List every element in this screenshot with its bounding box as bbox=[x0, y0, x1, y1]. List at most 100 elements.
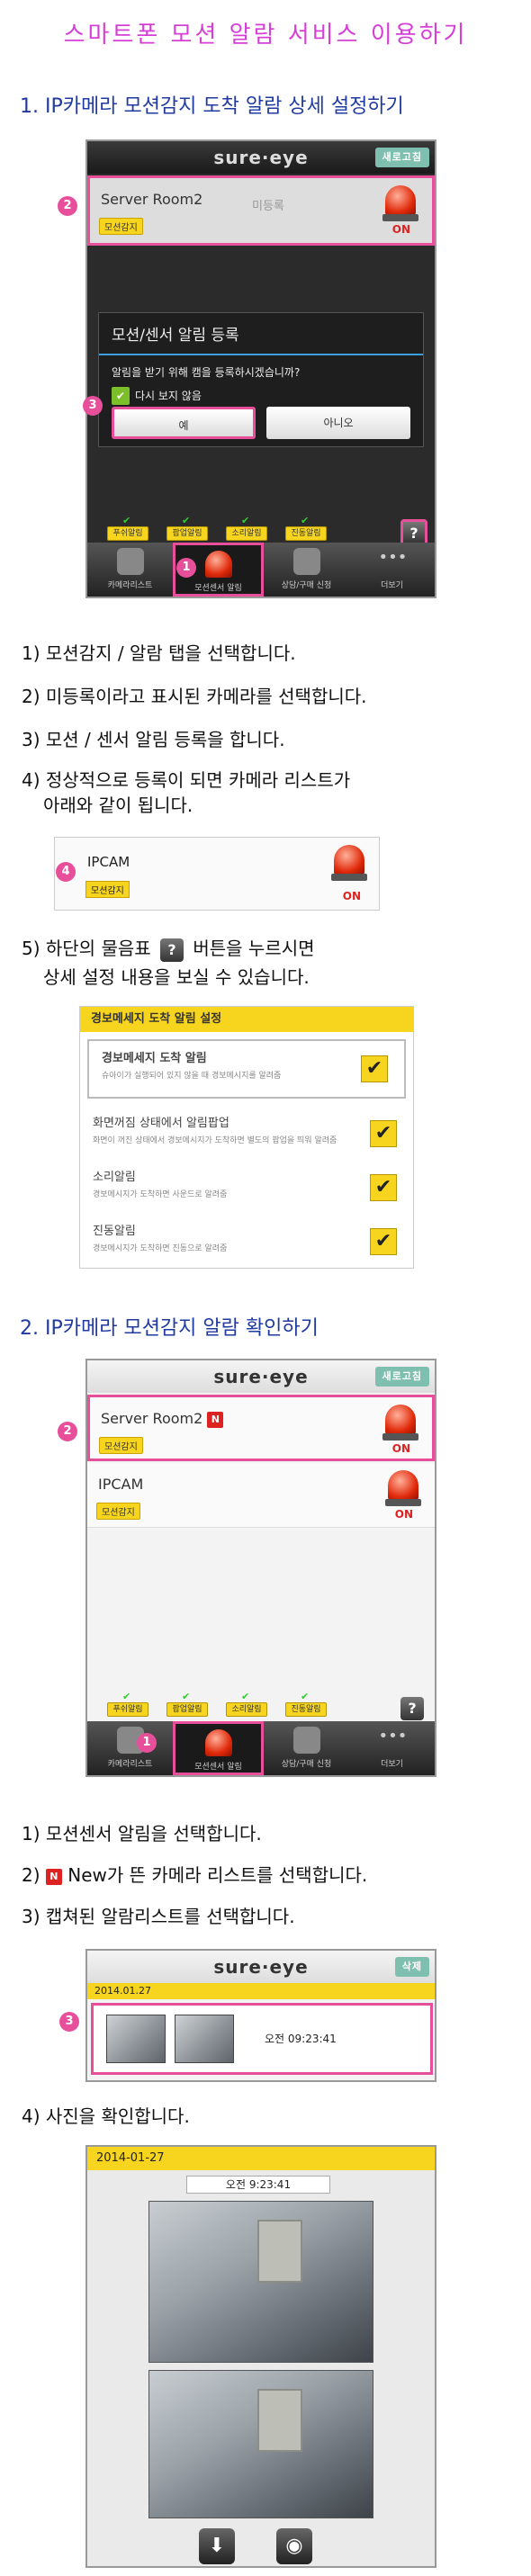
toggle-vibrate[interactable]: 진동알림 bbox=[285, 1691, 327, 1717]
question-icon: ? bbox=[160, 938, 184, 962]
setting-vibrate[interactable]: 진동알림 경보메시지가 도착하면 진동으로 알려줌 ✔ bbox=[80, 1214, 413, 1268]
person-icon bbox=[292, 548, 320, 575]
step-5: 5) 하단의 물음표 ? 버튼을 누르시면 bbox=[22, 936, 315, 962]
toggle-popup[interactable]: 팝업알림 bbox=[166, 515, 208, 541]
setting-screen-off[interactable]: 화면꺼짐 상태에서 알림팝업 화면이 꺼진 상태에서 경보메시지가 도착하면 별… bbox=[80, 1106, 413, 1160]
step-4-cont: 아래와 같이 됩니다. bbox=[43, 794, 194, 816]
siren-icon bbox=[385, 1470, 421, 1510]
alarm-time: 오전 09:23:41 bbox=[265, 2033, 337, 2045]
new-icon: N bbox=[45, 1868, 62, 1885]
section2-heading: 2. IP카메라 모션감지 알람 확인하기 bbox=[20, 1317, 319, 1340]
toggle-vibrate[interactable]: 진동알림 bbox=[285, 515, 327, 541]
motion-tag: 모션감지 bbox=[99, 218, 143, 235]
motion-tag: 모션감지 bbox=[96, 1503, 140, 1520]
alarm-list-item[interactable]: 오전 09:23:41 bbox=[91, 2003, 433, 2075]
step-4: 4) 사진을 확인합니다. bbox=[22, 2105, 190, 2127]
badge-3: 3 bbox=[83, 396, 103, 416]
photo-detail bbox=[257, 2220, 302, 2283]
alarm-toggles: 푸쉬알림 팝업알림 소리알림 진동알림 bbox=[107, 515, 327, 541]
settings-header: 경보메세지 도착 알림 설정 bbox=[80, 1007, 413, 1032]
photo-view-screen: 2014-01-27 오전 9:23:41 ⬇ ◉ bbox=[86, 2145, 436, 2568]
checkbox-label: 다시 보지 않음 bbox=[135, 390, 202, 402]
camera-icon[interactable]: ◉ bbox=[276, 2528, 312, 2564]
camera-row[interactable]: IPCAM 모션감지 ON bbox=[87, 1463, 435, 1528]
app-logo: sure·eye bbox=[213, 1956, 309, 1978]
camera-name: IPCAM bbox=[98, 1476, 144, 1493]
bottom-tabbar: 카메라리스트 모션센서 알림 상담/구매 신청 ••• 더보기 bbox=[87, 543, 435, 597]
step-3: 3) 모션 / 센서 알림 등록을 합니다. bbox=[22, 729, 285, 750]
camera-row-unregistered[interactable]: Server Room2 미등록 모션감지 ON bbox=[87, 175, 435, 246]
tab-consult[interactable]: 상담/구매 신청 bbox=[264, 543, 349, 597]
dialog-message: 알림을 받기 위해 캠을 등록하시겠습니까? bbox=[112, 366, 301, 379]
camera-row-new[interactable]: Server Room2 N 모션감지 ON bbox=[87, 1395, 435, 1461]
badge-4: 4 bbox=[56, 862, 76, 882]
motion-tag: 모션감지 bbox=[86, 881, 130, 898]
step-1: 1) 모션센서 알림을 선택합니다. bbox=[22, 1823, 262, 1844]
toggle-push[interactable]: 푸쉬알림 bbox=[107, 1691, 148, 1717]
refresh-button[interactable]: 새로고침 bbox=[374, 1367, 429, 1387]
register-dialog: 모션/센서 알림 등록 알림을 받기 위해 캠을 등록하시겠습니까? ✔ 다시 보… bbox=[98, 312, 424, 447]
toggle-push[interactable]: 푸쉬알림 bbox=[107, 515, 148, 541]
status-on: ON bbox=[392, 223, 410, 236]
status-on: ON bbox=[394, 1508, 413, 1521]
tab-more[interactable]: ••• 더보기 bbox=[349, 1721, 435, 1775]
setting-sound[interactable]: 소리알림 경보메시지가 도착하면 사운드로 알려줌 ✔ bbox=[80, 1160, 413, 1214]
siren-icon bbox=[331, 845, 367, 881]
badge-2: 2 bbox=[58, 1422, 77, 1441]
alarm-settings-panel: 경보메세지 도착 알림 설정 경보메세지 도착 알림 슈아이가 실행되어 있지 … bbox=[79, 1006, 414, 1269]
check-icon[interactable]: ✔ bbox=[361, 1055, 388, 1082]
motion-tag: 모션감지 bbox=[99, 1437, 143, 1454]
siren-icon bbox=[204, 551, 232, 578]
capture-thumbnail bbox=[175, 2015, 234, 2063]
tab-more[interactable]: ••• 더보기 bbox=[349, 543, 435, 597]
section1-heading: 1. IP카메라 모션감지 도착 알람 상세 설정하기 bbox=[20, 95, 404, 118]
capture-thumbnail bbox=[106, 2015, 166, 2063]
photo-time: 오전 9:23:41 bbox=[186, 2176, 330, 2194]
alarm-list-screen: sure·eye 삭제 2014.01.27 오전 09:23:41 bbox=[86, 1949, 436, 2082]
new-icon: N bbox=[207, 1411, 224, 1428]
toggle-popup[interactable]: 팝업알림 bbox=[166, 1691, 208, 1717]
phone-screen-2: sure·eye 새로고침 Server Room2 N 모션감지 ON IPC… bbox=[86, 1359, 436, 1777]
camera-row-registered: IPCAM 모션감지 ON bbox=[54, 837, 380, 911]
check-icon[interactable]: ✔ bbox=[370, 1174, 397, 1201]
check-icon[interactable]: ✔ bbox=[370, 1120, 397, 1147]
step-1: 1) 모션감지 / 알람 탭을 선택합니다. bbox=[22, 642, 296, 664]
delete-button[interactable]: 삭제 bbox=[394, 1957, 429, 1977]
captured-photo[interactable] bbox=[148, 2370, 374, 2518]
person-icon bbox=[292, 1727, 320, 1754]
setting-arrival[interactable]: 경보메세지 도착 알림 슈아이가 실행되어 있지 않을 때 경보메시지를 알려줌… bbox=[87, 1039, 406, 1099]
status-on: ON bbox=[342, 890, 361, 902]
download-icon[interactable]: ⬇ bbox=[199, 2528, 235, 2564]
step-2: 2) 미등록이라고 표시된 카메라를 선택합니다. bbox=[22, 686, 367, 707]
no-button[interactable]: 아니오 bbox=[266, 407, 410, 439]
tab-motion-alarm[interactable]: 모션센서 알림 bbox=[173, 1721, 264, 1775]
more-icon: ••• bbox=[378, 1727, 408, 1746]
toggle-sound[interactable]: 소리알림 bbox=[226, 1691, 267, 1717]
captured-photo[interactable] bbox=[148, 2201, 374, 2363]
app-logo: sure·eye bbox=[213, 1366, 309, 1387]
app-header: sure·eye 새로고침 bbox=[87, 1360, 435, 1393]
page-title: 스마트폰 모션 알람 서비스 이용하기 bbox=[63, 22, 468, 49]
dialog-title: 모션/센서 알림 등록 bbox=[99, 313, 423, 355]
step-2: 2) N New가 뜬 카메라 리스트를 선택합니다. bbox=[22, 1864, 368, 1886]
badge-2: 2 bbox=[58, 196, 77, 216]
refresh-button[interactable]: 새로고침 bbox=[374, 148, 429, 167]
tab-camera-list[interactable]: 카메라리스트 bbox=[87, 1721, 173, 1775]
camera-icon bbox=[116, 548, 144, 575]
dont-show-again[interactable]: ✔ 다시 보지 않음 bbox=[99, 383, 423, 408]
tab-camera-list[interactable]: 카메라리스트 bbox=[87, 543, 173, 597]
yes-button[interactable]: 예 bbox=[112, 407, 256, 439]
toggle-sound[interactable]: 소리알림 bbox=[226, 515, 267, 541]
badge-3: 3 bbox=[59, 2012, 79, 2032]
checkbox-icon[interactable]: ✔ bbox=[112, 387, 130, 405]
check-icon[interactable]: ✔ bbox=[370, 1228, 397, 1255]
camera-name: Server Room2 bbox=[101, 191, 203, 208]
help-question-icon[interactable]: ? bbox=[400, 1697, 424, 1720]
photo-detail bbox=[257, 2389, 302, 2452]
siren-icon bbox=[382, 185, 418, 225]
more-icon: ••• bbox=[378, 548, 408, 567]
siren-icon bbox=[382, 1405, 418, 1444]
status-on: ON bbox=[392, 1442, 410, 1455]
step-4: 4) 정상적으로 등록이 되면 카메라 리스트가 bbox=[22, 769, 351, 791]
tab-consult[interactable]: 상담/구매 신청 bbox=[264, 1721, 349, 1775]
